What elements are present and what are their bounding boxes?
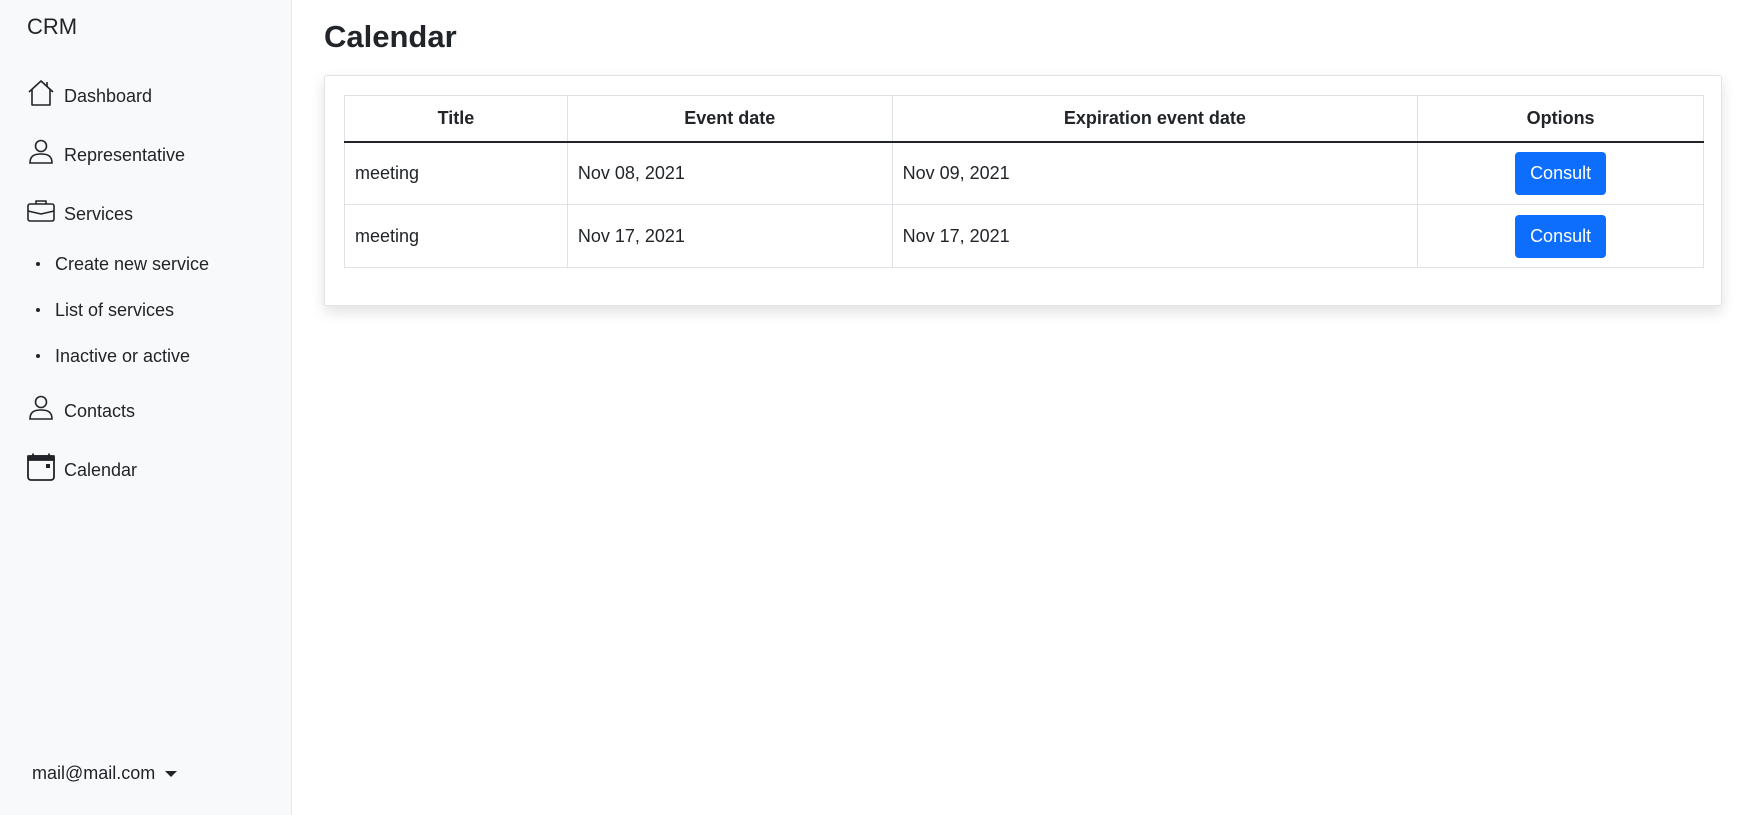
brand-logo[interactable]: CRM	[27, 14, 77, 40]
cell-event-date: Nov 17, 2021	[566, 204, 893, 268]
person-icon	[26, 393, 56, 423]
cell-options: Consult	[1417, 141, 1704, 205]
events-card: Title Event date Expiration event date O…	[324, 75, 1722, 306]
column-header-event-date: Event date	[566, 95, 893, 143]
sidebar-subitem-create-service[interactable]: Create new service	[36, 252, 209, 276]
consult-button[interactable]: Consult	[1515, 151, 1607, 195]
sidebar-subitem-label: Inactive or active	[55, 345, 191, 366]
briefcase-icon	[26, 196, 56, 226]
events-table: Title Event date Expiration event date O…	[344, 95, 1704, 268]
cell-expiration-date: Nov 17, 2021	[891, 204, 1419, 268]
person-icon	[26, 137, 56, 167]
cell-expiration-date: Nov 09, 2021	[891, 141, 1419, 205]
sidebar-item-calendar[interactable]: Calendar	[26, 448, 137, 482]
table-row: meeting Nov 08, 2021 Nov 09, 2021 Consul…	[344, 141, 1704, 205]
cell-options: Consult	[1417, 204, 1704, 268]
sidebar-item-dashboard[interactable]: Dashboard	[26, 74, 152, 108]
page-title: Calendar	[324, 19, 457, 54]
column-header-title: Title	[344, 95, 568, 143]
column-header-expiration-date: Expiration event date	[891, 95, 1419, 143]
user-menu-dropdown[interactable]: mail@mail.com	[32, 763, 178, 784]
sidebar-item-representative[interactable]: Representative	[26, 133, 185, 167]
bullet-icon	[36, 262, 40, 266]
bullet-icon	[36, 354, 40, 358]
caret-down-icon	[165, 771, 178, 777]
sidebar: CRM Dashboard Representative Services Cr…	[0, 0, 292, 815]
cell-title: meeting	[344, 141, 568, 205]
cell-title: meeting	[344, 204, 568, 268]
table-row: meeting Nov 17, 2021 Nov 17, 2021 Consul…	[344, 204, 1704, 268]
sidebar-item-contacts[interactable]: Contacts	[26, 389, 135, 423]
sidebar-subitem-inactive-active[interactable]: Inactive or active	[36, 344, 190, 368]
user-email: mail@mail.com	[32, 763, 156, 783]
cell-event-date: Nov 08, 2021	[566, 141, 893, 205]
sidebar-subitem-list-services[interactable]: List of services	[36, 298, 174, 322]
bullet-icon	[36, 308, 40, 312]
sidebar-item-label: Contacts	[64, 401, 136, 421]
sidebar-item-services[interactable]: Services	[26, 192, 133, 226]
consult-button[interactable]: Consult	[1515, 214, 1607, 258]
sidebar-subitem-label: Create new service	[55, 253, 210, 274]
sidebar-subitem-label: List of services	[55, 299, 175, 320]
calendar-icon	[26, 452, 56, 482]
sidebar-item-label: Dashboard	[64, 86, 153, 106]
table-header-row: Title Event date Expiration event date O…	[344, 95, 1704, 143]
sidebar-item-label: Services	[64, 204, 134, 224]
column-header-options: Options	[1417, 95, 1704, 143]
sidebar-item-label: Representative	[64, 145, 186, 165]
sidebar-item-label: Calendar	[64, 460, 138, 480]
house-icon	[26, 78, 56, 108]
